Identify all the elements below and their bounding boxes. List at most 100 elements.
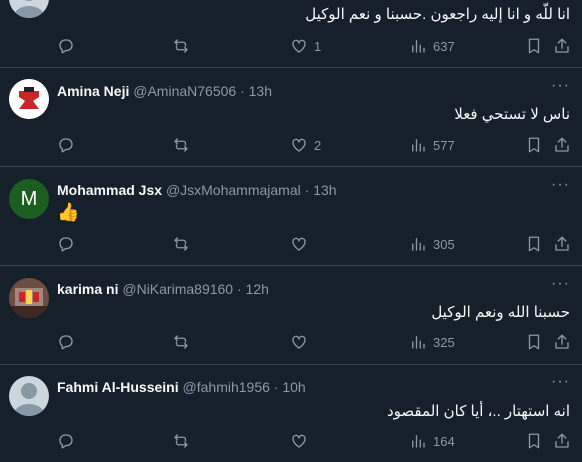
bookmark-icon: [528, 236, 540, 252]
bookmark-icon: [528, 334, 540, 350]
separator: ·: [240, 83, 245, 99]
display-name[interactable]: Amina Neji: [57, 83, 129, 99]
bookmark-button[interactable]: [525, 431, 543, 451]
reply-button[interactable]: [57, 234, 75, 254]
view-count: 637: [433, 38, 455, 54]
like-icon: [292, 39, 306, 53]
retweet-icon: [174, 237, 188, 251]
reply-icon: [59, 138, 73, 153]
tweet-text: ناس لا تستحي فعلا: [454, 106, 570, 123]
share-icon: [555, 433, 569, 448]
view-count: 577: [433, 137, 455, 153]
tweet-header: Fahmi Al-Husseini @fahmih1956 · 10h: [57, 379, 306, 395]
tweet-actions: 325: [57, 332, 571, 352]
timestamp[interactable]: 10h: [282, 379, 305, 395]
avatar[interactable]: [9, 376, 49, 416]
tweet[interactable]: انا للّه و انا إليه راجعون .حسبنا و نعم …: [0, 0, 582, 68]
reply-icon: [59, 39, 73, 54]
views-button[interactable]: 325: [409, 332, 455, 352]
tweet[interactable]: karima ni @NiKarima89160 · 12h ··· حسبنا…: [0, 266, 582, 365]
bookmark-icon: [528, 433, 540, 449]
avatar[interactable]: [9, 79, 49, 119]
handle[interactable]: @JsxMohammajamal: [166, 182, 301, 198]
timestamp[interactable]: 13h: [313, 182, 336, 198]
tweet-actions: 164: [57, 431, 571, 451]
like-button[interactable]: [290, 431, 308, 451]
share-icon: [555, 38, 569, 53]
timestamp[interactable]: 13h: [249, 83, 272, 99]
share-icon: [555, 334, 569, 349]
bookmark-button[interactable]: [525, 234, 543, 254]
display-name[interactable]: karima ni: [57, 281, 118, 297]
retweet-button[interactable]: [172, 234, 190, 254]
share-button[interactable]: [553, 332, 571, 352]
bookmark-icon: [528, 137, 540, 153]
handle[interactable]: @NiKarima89160: [122, 281, 233, 297]
like-icon: [292, 237, 306, 251]
like-icon: [292, 335, 306, 349]
like-button[interactable]: 1: [290, 36, 321, 56]
retweet-button[interactable]: [172, 431, 190, 451]
like-button[interactable]: [290, 332, 308, 352]
reply-icon: [59, 335, 73, 350]
tweet-actions: 2 577: [57, 135, 571, 155]
bookmark-button[interactable]: [525, 332, 543, 352]
view-count: 305: [433, 236, 455, 252]
reply-button[interactable]: [57, 431, 75, 451]
tweet[interactable]: Amina Neji @AminaN76506 · 13h ··· ناس لا…: [0, 68, 582, 167]
avatar[interactable]: [9, 0, 49, 18]
views-button[interactable]: 305: [409, 234, 455, 254]
tweet-actions: 305: [57, 234, 571, 254]
views-button[interactable]: 577: [409, 135, 455, 155]
tweet[interactable]: Fahmi Al-Husseini @fahmih1956 · 10h ··· …: [0, 365, 582, 462]
retweet-icon: [174, 335, 188, 349]
like-icon: [292, 434, 306, 448]
reply-button[interactable]: [57, 36, 75, 56]
profile-picture-icon: [9, 278, 49, 318]
retweet-icon: [174, 39, 188, 53]
default-avatar-icon: [13, 0, 45, 18]
display-name[interactable]: Fahmi Al-Husseini: [57, 379, 179, 395]
tweet-text: حسبنا الله ونعم الوكيل: [431, 304, 570, 321]
timestamp[interactable]: 12h: [246, 281, 269, 297]
views-button[interactable]: 164: [409, 431, 455, 451]
more-options-button[interactable]: ···: [551, 77, 570, 95]
share-button[interactable]: [553, 431, 571, 451]
avatar[interactable]: [9, 278, 49, 318]
separator: ·: [273, 379, 279, 395]
views-button[interactable]: 637: [409, 36, 455, 56]
more-options-button[interactable]: ···: [551, 373, 570, 391]
avatar[interactable]: M: [9, 179, 49, 219]
share-icon: [555, 137, 569, 152]
share-button[interactable]: [553, 135, 571, 155]
views-icon: [412, 238, 425, 251]
avatar-letter: M: [20, 187, 38, 210]
display-name[interactable]: Mohammad Jsx: [57, 182, 162, 198]
view-count: 164: [433, 433, 455, 449]
bookmark-button[interactable]: [525, 135, 543, 155]
share-button[interactable]: [553, 234, 571, 254]
bookmark-button[interactable]: [525, 36, 543, 56]
tweet-actions: 1 637: [57, 36, 571, 56]
like-button[interactable]: [290, 234, 308, 254]
retweet-button[interactable]: [172, 332, 190, 352]
reply-button[interactable]: [57, 332, 75, 352]
like-button[interactable]: 2: [290, 135, 321, 155]
share-icon: [555, 236, 569, 251]
handle[interactable]: @AminaN76506: [133, 83, 236, 99]
more-options-button[interactable]: ···: [551, 176, 570, 194]
more-options-button[interactable]: ···: [551, 275, 570, 293]
views-icon: [412, 435, 425, 448]
separator: ·: [304, 182, 310, 198]
retweet-button[interactable]: [172, 36, 190, 56]
tweet[interactable]: M Mohammad Jsx @JsxMohammajamal · 13h ··…: [0, 167, 582, 266]
tweet-text: 👍: [57, 202, 80, 222]
handle[interactable]: @fahmih1956: [183, 379, 270, 395]
tweet-header: Amina Neji @AminaN76506 · 13h: [57, 83, 272, 99]
retweet-button[interactable]: [172, 135, 190, 155]
like-count: 1: [314, 38, 322, 54]
share-button[interactable]: [553, 36, 571, 56]
reply-button[interactable]: [57, 135, 75, 155]
tweet-header: karima ni @NiKarima89160 · 12h: [57, 281, 269, 297]
retweet-icon: [174, 434, 188, 448]
